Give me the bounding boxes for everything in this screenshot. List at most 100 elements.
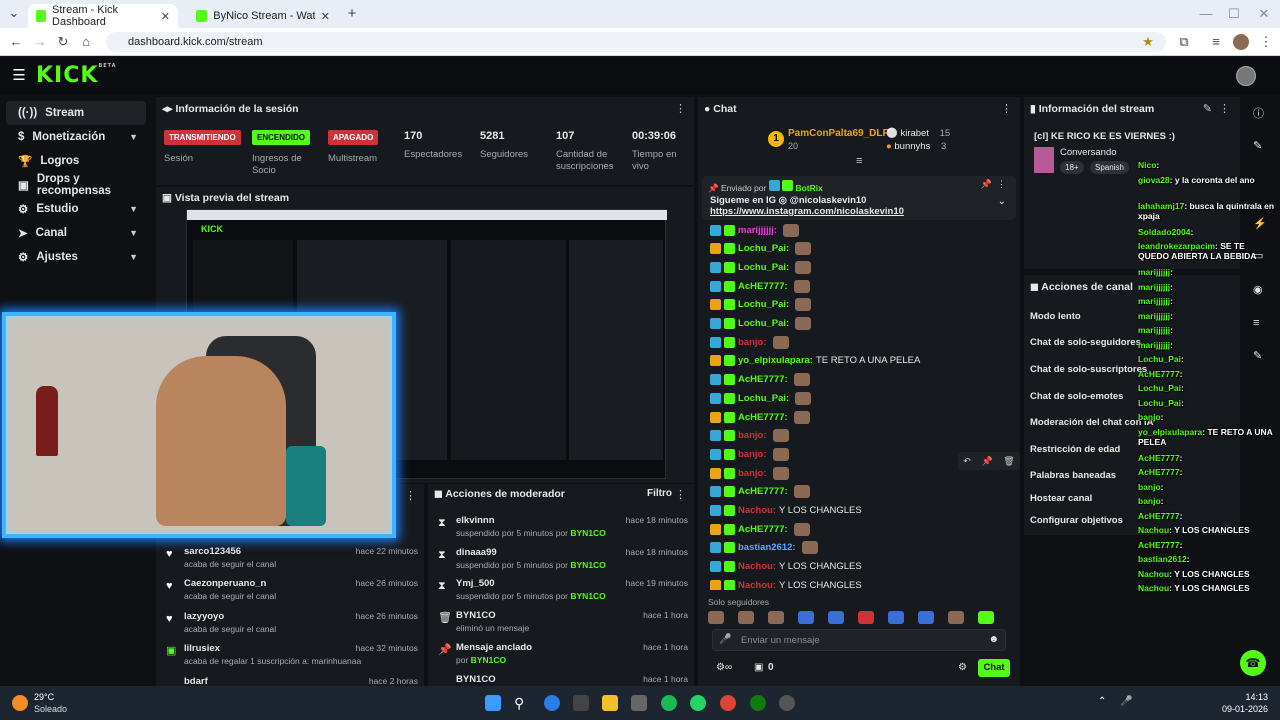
bookmark-star-icon[interactable]: ★: [1140, 34, 1156, 50]
profile-avatar[interactable]: [1233, 34, 1249, 50]
start-icon[interactable]: [485, 695, 501, 711]
chat-message[interactable]: Lochu_Pai:: [710, 297, 812, 313]
kick-logo[interactable]: KICKBETA: [36, 63, 117, 88]
emote-icon[interactable]: [918, 611, 934, 624]
more-options-icon[interactable]: ⋮: [675, 102, 686, 115]
chat-username[interactable]: banjo:: [738, 337, 767, 348]
close-tab-icon[interactable]: ✕: [161, 10, 170, 23]
edit-icon[interactable]: ✎: [1253, 139, 1262, 152]
edit-icon[interactable]: ✎: [1203, 102, 1212, 115]
chat-username[interactable]: Lochu_Pai:: [738, 299, 789, 310]
chat-username[interactable]: AcHE7777:: [738, 281, 788, 292]
chat-message[interactable]: banjo:: [710, 465, 789, 481]
lightning-icon[interactable]: ⚡: [1253, 217, 1267, 230]
reload-icon[interactable]: ↻: [55, 34, 71, 50]
chat-username[interactable]: yo_elpixulapara:: [738, 355, 813, 366]
wrench-icon[interactable]: ✎: [1253, 349, 1262, 362]
chat-message[interactable]: AcHE7777:: [710, 521, 810, 537]
chat-username[interactable]: Lochu_Pai:: [738, 243, 789, 254]
emote-icon[interactable]: [798, 611, 814, 624]
chat-message[interactable]: Lochu_Pai:: [710, 241, 812, 257]
subscribers-only-toggle[interactable]: Chat de solo-suscriptores: [1030, 364, 1147, 375]
chat-message[interactable]: Nachou: Y LOS CHANGLES: [710, 503, 862, 519]
extensions-icon[interactable]: ⧉: [1176, 34, 1192, 50]
support-icon[interactable]: ☎: [1240, 650, 1266, 676]
search-icon[interactable]: ⚲: [514, 695, 530, 711]
chat-message[interactable]: Nachou: Y LOS CHANGLES: [710, 559, 862, 575]
chat-message[interactable]: yo_elpixulapara: TE RETO A UNA PELEA: [710, 353, 920, 369]
chat-message[interactable]: Lochu_Pai:: [710, 259, 812, 275]
set-goals-button[interactable]: Configurar objetivos: [1030, 515, 1123, 526]
reply-icon[interactable]: ↶: [963, 456, 971, 467]
chat-message[interactable]: bastian2612:: [710, 540, 818, 556]
chat-message[interactable]: banjo:: [710, 428, 789, 444]
chat-username[interactable]: Nachou:: [738, 580, 776, 590]
chat-message[interactable]: banjo:: [710, 334, 789, 350]
pin-icon[interactable]: 📌: [981, 179, 992, 190]
ai-moderation-toggle[interactable]: Moderación del chat con IA: [1030, 417, 1154, 428]
chat-username[interactable]: banjo:: [738, 449, 767, 460]
chat-icon[interactable]: ▭: [1253, 249, 1263, 262]
trash-icon[interactable]: 🗑: [1003, 456, 1014, 467]
chat-username[interactable]: AcHE7777:: [738, 374, 788, 385]
chat-message[interactable]: banjo:: [710, 446, 789, 462]
more-options-icon[interactable]: ⋮: [675, 488, 686, 501]
info-icon[interactable]: ⓘ: [1253, 105, 1264, 121]
mic-icon[interactable]: 🎤: [1120, 696, 1132, 707]
more-options-icon[interactable]: ⋮: [405, 489, 416, 502]
gear-icon[interactable]: ⚙: [958, 662, 967, 673]
sidebar-item-stream[interactable]: ((·)) Stream: [6, 101, 146, 125]
gifter-3[interactable]: ● bunnyhs 3: [886, 141, 946, 152]
forward-icon[interactable]: →: [32, 34, 48, 50]
folder-icon[interactable]: [602, 695, 618, 711]
more-options-icon[interactable]: ⋮: [997, 179, 1006, 190]
chrome-icon[interactable]: [720, 695, 736, 711]
maximize-icon[interactable]: ☐: [1226, 6, 1242, 22]
chat-message[interactable]: AcHE7777:: [710, 372, 810, 388]
chat-message[interactable]: AcHE7777:: [710, 278, 810, 294]
xbox-icon[interactable]: [750, 695, 766, 711]
emote-icon[interactable]: [828, 611, 844, 624]
browser-menu-icon[interactable]: ⋮: [1258, 34, 1274, 50]
tray-chevron-icon[interactable]: ⌃: [1098, 696, 1106, 707]
chat-username[interactable]: Nachou:: [738, 505, 776, 516]
chat-message[interactable]: Lochu_Pai:: [710, 316, 812, 332]
chat-username[interactable]: Lochu_Pai:: [738, 318, 789, 329]
whatsapp-icon[interactable]: [690, 695, 706, 711]
emote-icon[interactable]: [768, 611, 784, 624]
emote-icon[interactable]: [888, 611, 904, 624]
sidebar-item-monetizacion[interactable]: $ Monetización ▼: [6, 125, 146, 149]
pinned-link[interactable]: https://www.instagram.com/nicolaskevin10: [710, 206, 904, 217]
store-icon[interactable]: [573, 695, 589, 711]
obs-icon[interactable]: [779, 695, 795, 711]
slow-mode-toggle[interactable]: Modo lento: [1030, 311, 1081, 322]
new-tab-icon[interactable]: +: [344, 6, 360, 22]
emote-icon[interactable]: [978, 611, 994, 624]
edge-icon[interactable]: [544, 695, 560, 711]
url-input[interactable]: dashboard.kick.com/stream: [106, 32, 1166, 52]
emote-icon[interactable]: [858, 611, 874, 624]
sidebar-item-ajustes[interactable]: ⚙ Ajustes ▼: [6, 245, 146, 269]
back-icon[interactable]: ←: [8, 34, 24, 50]
home-icon[interactable]: ⌂: [78, 34, 94, 50]
chat-message[interactable]: AcHE7777:: [710, 409, 810, 425]
emotes-only-toggle[interactable]: Chat de solo-emotes: [1030, 391, 1123, 402]
tab-kick-dashboard[interactable]: Stream - Kick Dashboard ✕: [28, 4, 178, 28]
chat-username[interactable]: Lochu_Pai:: [738, 393, 789, 404]
list-icon[interactable]: ≡: [1253, 317, 1259, 329]
chat-input[interactable]: 🎤 Enviar un mensaje ☻: [712, 629, 1006, 651]
settings-icon[interactable]: ⚙∞: [716, 662, 732, 673]
sidebar-item-estudio[interactable]: ⚙ Estudio ▼: [6, 197, 146, 221]
sidebar-item-canal[interactable]: ➤ Canal ▼: [6, 221, 146, 245]
chat-username[interactable]: Lochu_Pai:: [738, 262, 789, 273]
emote-icon[interactable]: [948, 611, 964, 624]
chevron-down-icon[interactable]: ⌄: [998, 196, 1006, 207]
more-options-icon[interactable]: ⋮: [1219, 102, 1230, 115]
tab-search-icon[interactable]: ⌄: [6, 5, 22, 21]
emote-icon[interactable]: [708, 611, 724, 624]
banned-words-button[interactable]: Palabras baneadas: [1030, 470, 1116, 481]
host-channel-button[interactable]: Hostear canal: [1030, 493, 1092, 504]
send-chat-button[interactable]: Chat: [978, 659, 1010, 677]
followers-only-toggle[interactable]: Chat de solo-seguidores: [1030, 337, 1141, 348]
sidebar-item-drops[interactable]: ▣ Drops y recompensas: [6, 173, 146, 197]
